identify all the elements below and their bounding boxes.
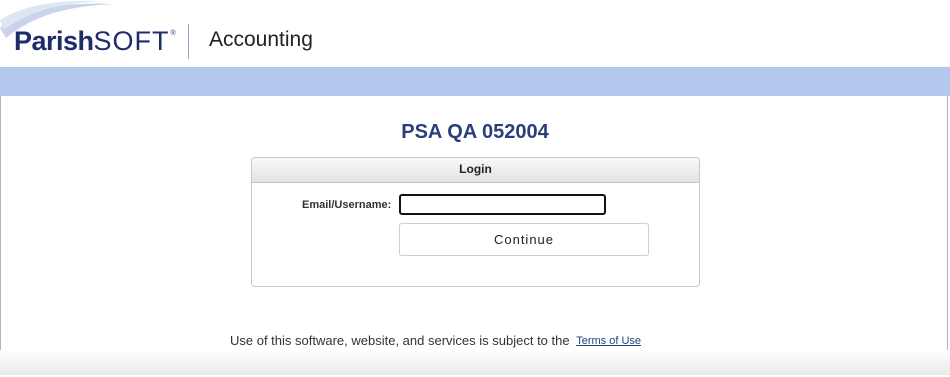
- login-panel: Login Email/Username: Continue: [251, 157, 700, 287]
- logo-soft-text: SOFT: [93, 25, 170, 56]
- organization-title: PSA QA 052004: [401, 121, 549, 143]
- parishsoft-logo[interactable]: Parish SOFT ®: [14, 24, 176, 58]
- login-panel-title: Login: [252, 158, 699, 183]
- logo-registered-mark: ®: [170, 29, 176, 37]
- header: Parish SOFT ® Accounting: [0, 0, 950, 67]
- terms-of-use-link[interactable]: Terms of Use: [576, 335, 641, 347]
- terms-notice: Use of this software, website, and servi…: [230, 333, 641, 348]
- email-username-label: Email/Username:: [302, 199, 392, 211]
- email-username-input[interactable]: [399, 194, 606, 215]
- header-band: [0, 67, 950, 96]
- footer-gradient: [0, 350, 950, 375]
- app-title: Accounting: [209, 28, 313, 51]
- terms-text: Use of this software, website, and servi…: [230, 333, 570, 348]
- logo-parish-text: Parish: [14, 25, 94, 56]
- continue-button[interactable]: Continue: [399, 223, 649, 256]
- header-divider: [188, 24, 189, 59]
